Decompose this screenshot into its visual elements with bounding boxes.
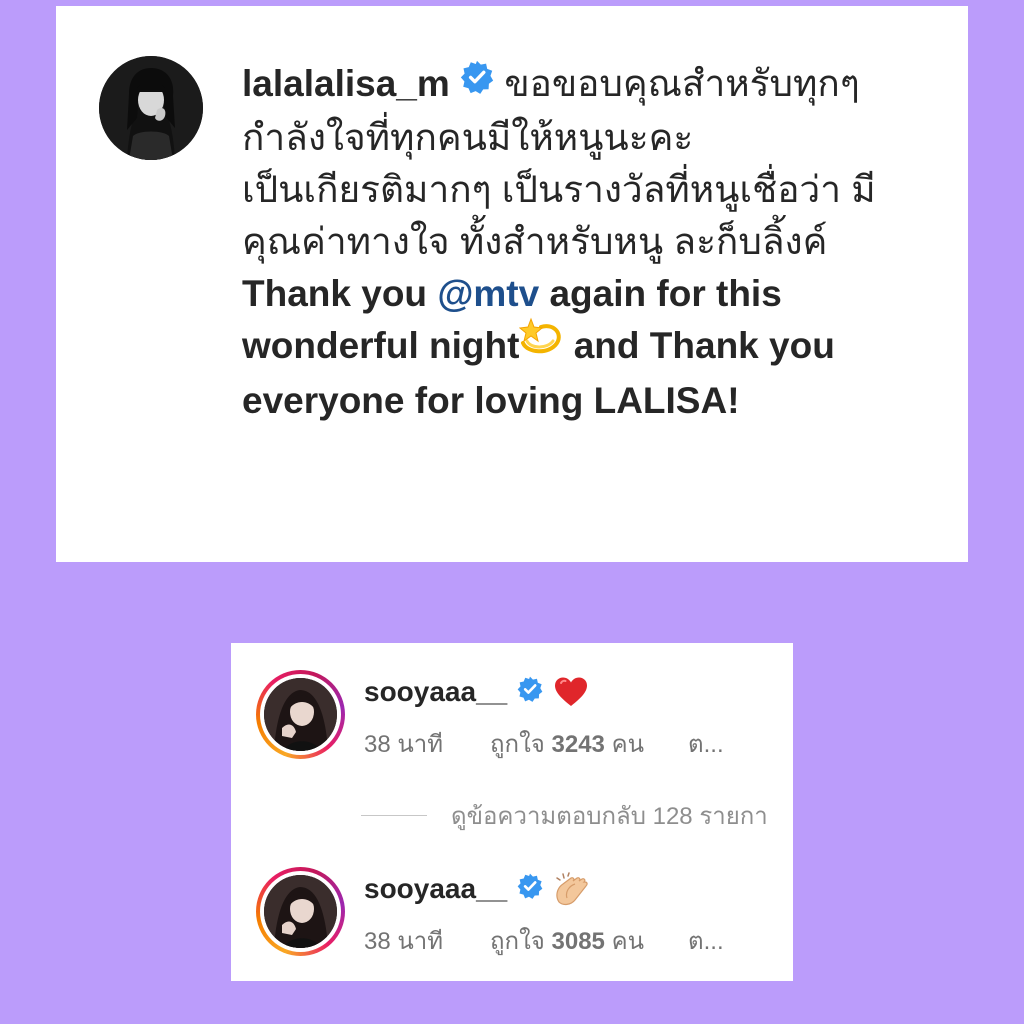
likes-suffix: คน xyxy=(611,730,645,758)
avatar xyxy=(264,875,337,948)
reply-button[interactable]: ต... xyxy=(688,921,724,960)
likes-prefix: ถูกใจ xyxy=(490,730,545,758)
comment-meta: 38 นาที ถูกใจ 3243 คน ต... xyxy=(364,726,724,760)
avatar-story-ring[interactable] xyxy=(256,867,345,956)
post-username[interactable]: lalalalisa_m xyxy=(242,63,450,104)
avatar-story-ring[interactable] xyxy=(256,670,345,759)
likes-prefix: ถูกใจ xyxy=(490,927,545,955)
post-caption: lalalalisa_m ขอขอบคุณสำหรับทุกๆกำลังใจที… xyxy=(242,58,882,427)
avatar[interactable] xyxy=(99,56,203,160)
verified-badge-icon xyxy=(517,873,543,906)
comment-meta: 38 นาที ถูกใจ 3085 คน ต... xyxy=(364,923,724,957)
clapping-hands-emoji-icon xyxy=(553,872,591,906)
comment-username[interactable]: sooyaaa__ xyxy=(364,873,507,905)
comment-likes[interactable]: ถูกใจ 3243 คน xyxy=(490,724,644,763)
comment-time: 38 นาที xyxy=(364,730,444,758)
avatar xyxy=(264,678,337,751)
comment-item: sooyaaa__ 38 นาที ถูกใจ 3085 คน ต... xyxy=(231,865,793,975)
comment-item: sooyaaa__ 38 นาที ถูกใจ 3243 คน ต... xyxy=(231,668,793,778)
likes-count: 3085 xyxy=(551,927,605,955)
caption-card: lalalalisa_m ขอขอบคุณสำหรับทุกๆกำลังใจที… xyxy=(56,6,968,562)
dizzy-star-emoji-icon xyxy=(519,317,563,371)
view-replies-label: ดูข้อความตอบกลับ 128 รายกา xyxy=(451,802,768,830)
comment-header: sooyaaa__ xyxy=(364,670,589,714)
profile-photo xyxy=(99,56,203,160)
likes-count: 3243 xyxy=(551,730,605,758)
view-replies-button[interactable]: ดูข้อความตอบกลับ 128 รายกา xyxy=(361,797,768,833)
red-heart-emoji-icon xyxy=(553,676,589,708)
divider-line xyxy=(361,814,427,816)
comment-time: 38 นาที xyxy=(364,927,444,955)
caption-english-text: Thank you xyxy=(242,273,428,315)
comment-header: sooyaaa__ xyxy=(364,867,591,911)
comment-likes[interactable]: ถูกใจ 3085 คน xyxy=(490,921,644,960)
mention-link[interactable]: @mtv xyxy=(437,273,539,314)
verified-badge-icon xyxy=(517,676,543,709)
verified-badge-icon xyxy=(460,56,494,108)
reply-button[interactable]: ต... xyxy=(688,724,724,763)
comment-username[interactable]: sooyaaa__ xyxy=(364,676,507,708)
likes-suffix: คน xyxy=(611,927,645,955)
caption-thai-text-2: เป็นเกียรติมากๆ เป็นรางวัลที่หนูเชื่อว่า… xyxy=(242,169,876,263)
comments-card: sooyaaa__ 38 นาที ถูกใจ 3243 คน ต... ดูข… xyxy=(231,643,793,981)
